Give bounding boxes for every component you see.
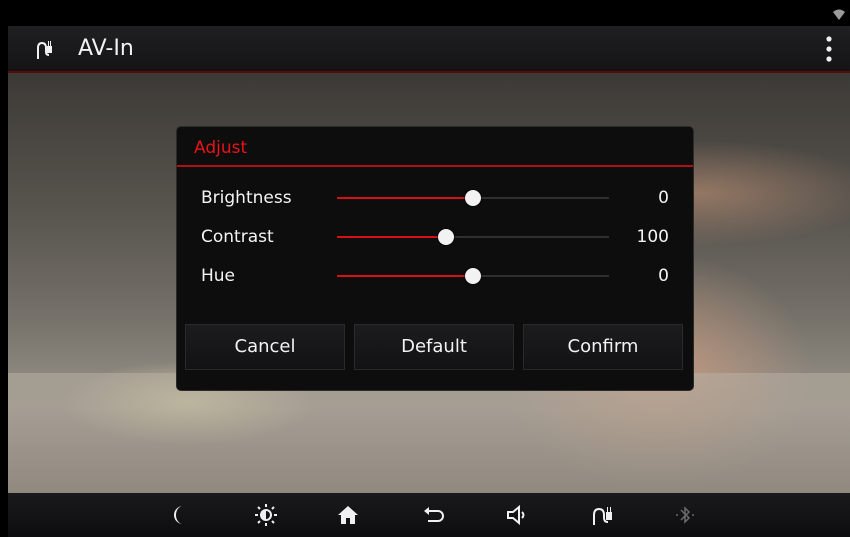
hue-value: 0 bbox=[658, 266, 669, 286]
contrast-value: 100 bbox=[636, 227, 669, 247]
brightness-fill bbox=[337, 197, 473, 199]
contrast-row: Contrast 100 bbox=[177, 222, 693, 252]
dialog-title: Adjust bbox=[194, 138, 248, 158]
hue-fill bbox=[337, 275, 473, 277]
adjust-dialog: Adjust Brightness 0 Contrast 100 Hue 0 C… bbox=[177, 127, 693, 390]
dialog-divider bbox=[177, 165, 693, 167]
brightness-label: Brightness bbox=[201, 188, 292, 208]
brightness-thumb[interactable] bbox=[465, 190, 481, 206]
contrast-label: Contrast bbox=[201, 227, 274, 247]
brightness-icon[interactable] bbox=[254, 503, 278, 527]
contrast-slider[interactable] bbox=[337, 229, 609, 245]
volume-icon[interactable] bbox=[505, 503, 529, 527]
av-in-icon[interactable] bbox=[591, 503, 615, 527]
cancel-button[interactable]: Cancel bbox=[185, 324, 345, 370]
home-icon[interactable] bbox=[336, 503, 360, 527]
app-bar: AV-In bbox=[8, 26, 850, 73]
brightness-value: 0 bbox=[658, 188, 669, 208]
more-options-icon[interactable] bbox=[826, 36, 832, 62]
hue-thumb[interactable] bbox=[465, 268, 481, 284]
confirm-button[interactable]: Confirm bbox=[523, 324, 683, 370]
wifi-icon bbox=[833, 9, 845, 20]
back-icon[interactable] bbox=[422, 503, 446, 527]
moon-icon[interactable] bbox=[168, 503, 192, 527]
contrast-fill bbox=[337, 236, 446, 238]
brightness-slider[interactable] bbox=[337, 190, 609, 206]
hue-slider[interactable] bbox=[337, 268, 609, 284]
hue-label: Hue bbox=[201, 266, 236, 286]
brightness-row: Brightness 0 bbox=[177, 183, 693, 213]
hue-row: Hue 0 bbox=[177, 261, 693, 291]
bluetooth-icon[interactable] bbox=[673, 503, 697, 527]
navigation-bar bbox=[8, 493, 850, 537]
app-title: AV-In bbox=[78, 36, 134, 61]
contrast-thumb[interactable] bbox=[437, 229, 454, 245]
video-cutting-board bbox=[8, 373, 850, 493]
status-bar bbox=[8, 8, 850, 26]
default-button[interactable]: Default bbox=[354, 324, 514, 370]
av-in-icon bbox=[37, 41, 52, 59]
